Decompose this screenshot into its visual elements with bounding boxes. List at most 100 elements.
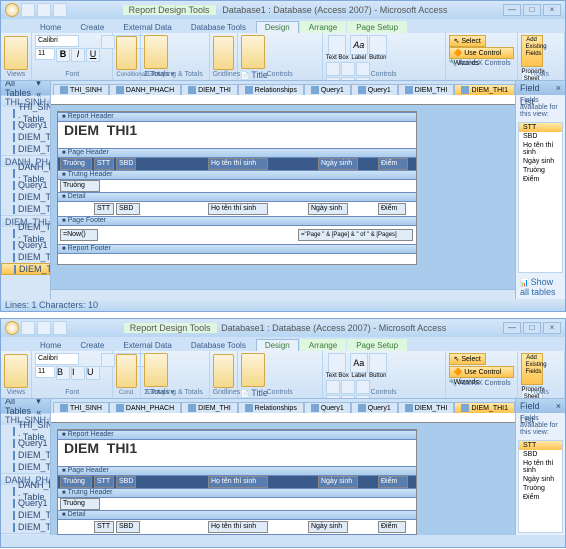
document-tab[interactable]: DIEM_THI1 xyxy=(454,84,515,95)
section-page-footer[interactable]: Page Footer xyxy=(58,534,416,535)
nav-item[interactable]: DIEM_THI : Table xyxy=(1,227,50,239)
view-button[interactable] xyxy=(4,354,28,388)
section-detail[interactable]: Detail xyxy=(58,510,416,520)
detail-textbox[interactable]: STT xyxy=(94,521,114,533)
document-tab[interactable]: DIEM_THI xyxy=(398,402,455,413)
document-tab[interactable]: DIEM_THI1 xyxy=(454,402,515,413)
tab-create[interactable]: Create xyxy=(71,339,113,351)
col-header[interactable]: Họ tên thí sinh xyxy=(208,476,268,488)
qat-redo-icon[interactable] xyxy=(53,3,67,17)
document-tab[interactable]: Query1 xyxy=(304,84,351,95)
document-tab[interactable]: Relationships xyxy=(238,402,304,413)
qat-save-icon[interactable] xyxy=(21,321,35,335)
group-textbox[interactable]: Truòng xyxy=(60,180,100,192)
select-button[interactable]: ⇖ Select xyxy=(449,35,486,47)
font-name-combo[interactable]: Calibri xyxy=(35,353,79,365)
maximize-button[interactable]: □ xyxy=(523,4,541,16)
textbox-button[interactable] xyxy=(328,35,346,55)
tab-database-tools[interactable]: Database Tools xyxy=(182,21,255,33)
document-tab[interactable]: DIEM_THI xyxy=(398,84,455,95)
section-detail[interactable]: Detail xyxy=(58,192,416,202)
section-report-header[interactable]: Report Header xyxy=(58,430,416,440)
col-header[interactable]: SBD xyxy=(116,158,136,170)
conditional-button[interactable] xyxy=(116,36,137,70)
gridlines-button[interactable] xyxy=(213,36,234,70)
col-header[interactable]: STT xyxy=(94,476,114,488)
nav-item[interactable]: Query1 xyxy=(1,239,50,251)
document-tab[interactable]: Query1 xyxy=(351,402,398,413)
field-list-title[interactable]: Field List× xyxy=(516,399,565,413)
nav-item[interactable]: THI_SINH : Table xyxy=(1,425,50,437)
font-size-combo[interactable]: 11 xyxy=(35,48,55,60)
col-header[interactable]: Điểm xyxy=(378,476,408,488)
group-sort-button[interactable] xyxy=(144,35,168,69)
conditional-button[interactable] xyxy=(116,354,137,388)
button-control[interactable] xyxy=(369,35,387,55)
textbox-button[interactable] xyxy=(328,353,346,373)
nav-header[interactable]: All Tables▾ « xyxy=(1,399,50,413)
field-item[interactable]: Ngày sinh xyxy=(519,475,562,484)
col-header[interactable]: STT xyxy=(94,158,114,170)
col-header[interactable]: Điểm xyxy=(378,158,408,170)
logo-button[interactable] xyxy=(241,35,265,69)
nav-item[interactable]: DIEM_THI1 xyxy=(1,203,50,215)
tab-external-data[interactable]: External Data xyxy=(114,21,180,33)
qat-redo-icon[interactable] xyxy=(53,321,67,335)
field-item[interactable]: Điểm xyxy=(519,493,562,502)
section-report-footer[interactable]: Report Footer xyxy=(58,244,416,254)
tab-arrange[interactable]: Arrange xyxy=(300,339,346,351)
tab-arrange[interactable]: Arrange xyxy=(300,21,346,33)
use-control-wizards[interactable]: 🔶 Use Control Wizards xyxy=(449,47,514,59)
page-textbox[interactable]: ="Page " & [Page] & " of " & [Pages] xyxy=(298,229,413,241)
document-tab[interactable]: DIEM_THI xyxy=(181,84,238,95)
qat-undo-icon[interactable] xyxy=(37,321,51,335)
detail-textbox[interactable]: Họ tên thí sinh xyxy=(208,203,268,215)
report-design-surface[interactable]: Report Header DIEM_THI1 Page Header Truò… xyxy=(51,105,515,289)
nav-item[interactable]: DIEM_THI1 xyxy=(1,521,50,533)
report-title-label[interactable]: DIEM_THI1 xyxy=(62,125,139,135)
col-header[interactable]: Ngày sinh xyxy=(318,158,358,170)
label-button[interactable]: Aa xyxy=(350,353,368,373)
document-tab[interactable]: THI_SINH xyxy=(53,84,109,95)
col-header[interactable]: Truòng xyxy=(60,158,92,170)
add-existing-fields[interactable]: Add Existing Fields xyxy=(521,353,543,385)
horizontal-scrollbar[interactable] xyxy=(51,289,515,299)
close-icon[interactable]: × xyxy=(556,399,561,413)
document-tab[interactable]: DANH_PHACH xyxy=(109,402,181,413)
office-button[interactable] xyxy=(5,3,19,17)
document-tab[interactable]: Query1 xyxy=(304,402,351,413)
underline-button[interactable]: U xyxy=(86,366,100,380)
qat-save-icon[interactable] xyxy=(21,3,35,17)
nav-item[interactable]: Query1 xyxy=(1,179,50,191)
field-list-title[interactable]: Field List× xyxy=(516,81,565,95)
tab-external-data[interactable]: External Data xyxy=(114,339,180,351)
horizontal-ruler[interactable] xyxy=(51,413,515,423)
field-item[interactable]: Ngày sinh xyxy=(519,157,562,166)
close-icon[interactable]: × xyxy=(556,81,561,95)
nav-item[interactable]: DANH_PHACH : Table xyxy=(1,485,50,497)
tab-page-setup[interactable]: Page Setup xyxy=(347,339,407,351)
col-header[interactable]: Họ tên thí sinh xyxy=(208,158,268,170)
field-item[interactable]: SBD xyxy=(519,450,562,459)
horizontal-ruler[interactable] xyxy=(51,95,515,105)
tab-database-tools[interactable]: Database Tools xyxy=(182,339,255,351)
nav-item[interactable]: Query1 xyxy=(1,437,50,449)
italic-button[interactable]: I xyxy=(71,48,85,62)
document-tab[interactable]: DIEM_THI xyxy=(181,402,238,413)
detail-textbox[interactable]: Điểm xyxy=(378,203,406,215)
nav-item[interactable]: DANH_PHACH : Table xyxy=(1,167,50,179)
close-button[interactable]: × xyxy=(543,4,561,16)
group-sort-button[interactable] xyxy=(144,353,168,387)
view-button[interactable] xyxy=(4,36,28,70)
nav-item[interactable]: Query1 xyxy=(1,119,50,131)
activex-button[interactable]: 🔧 ActiveX Controls xyxy=(449,59,511,69)
nav-item[interactable]: DIEM_THI xyxy=(1,449,50,461)
section-page-header[interactable]: Page Header xyxy=(58,148,416,158)
font-name-combo[interactable]: Calibri xyxy=(35,35,79,47)
report-design-surface[interactable]: Report Header DIEM_THI1 Page Header Truò… xyxy=(51,423,515,535)
field-item[interactable]: Điểm xyxy=(519,175,562,184)
field-item[interactable]: Truòng xyxy=(519,166,562,175)
add-existing-fields[interactable]: Add Existing Fields xyxy=(521,35,543,67)
field-item[interactable]: Truòng xyxy=(519,484,562,493)
nav-item[interactable]: DIEM_THI1 xyxy=(1,461,50,473)
